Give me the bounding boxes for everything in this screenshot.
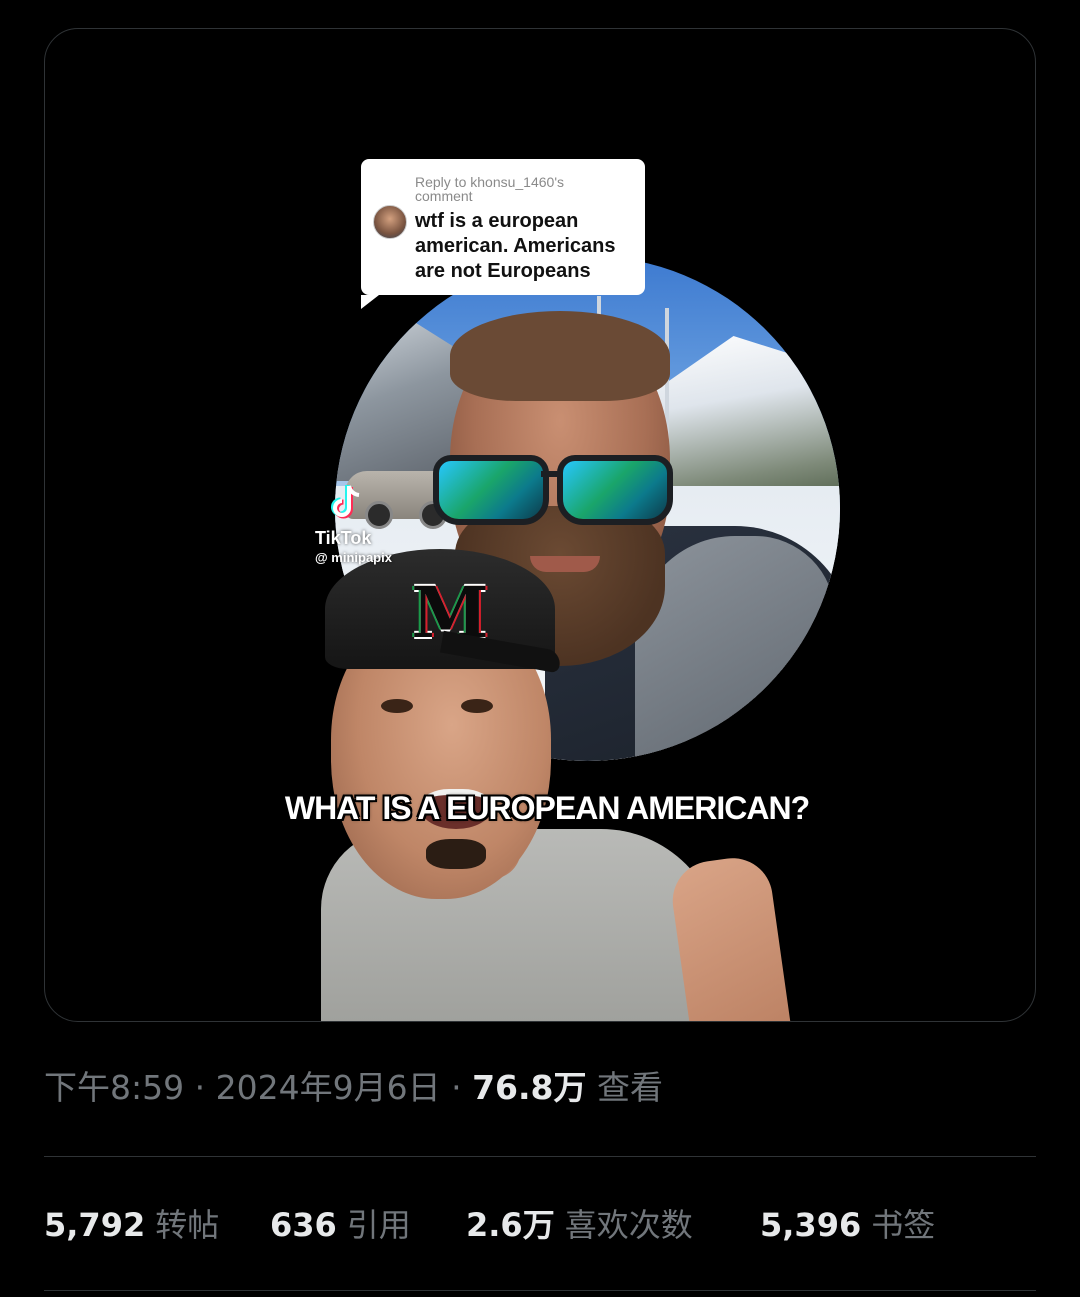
video-caption: WHAT IS A EUROPEAN AMERICAN?	[284, 790, 810, 826]
views-label: 查看	[596, 1068, 663, 1107]
divider	[44, 1156, 1036, 1157]
stat-count: 5,792	[44, 1206, 146, 1244]
sunglasses-lens	[433, 455, 549, 525]
reply-comment-text: wtf is a european american. Americans ar…	[415, 210, 616, 282]
video-frame[interactable]: M Reply to khonsu_1460's comment wtf is …	[315, 29, 841, 1021]
tiktok-brand: TikTok	[315, 528, 372, 548]
reply-comment-bubble: Reply to khonsu_1460's comment wtf is a …	[361, 159, 645, 309]
sunglasses-lens	[557, 455, 673, 525]
person-eye	[461, 699, 493, 713]
car-wheel	[365, 501, 393, 529]
sunglasses	[433, 451, 673, 525]
reply-header: Reply to khonsu_1460's comment	[415, 174, 564, 204]
waving-hand	[667, 853, 795, 1021]
commenter-avatar	[373, 205, 407, 239]
tiktok-logo-icon	[331, 485, 360, 519]
stat-label: 转帖	[155, 1206, 220, 1244]
tweet-detail: M Reply to khonsu_1460's comment wtf is …	[0, 0, 1080, 1297]
views-count: 76.8万	[472, 1068, 587, 1107]
tweet-meta: 下午8:59 · 2024年9月6日 · 76.8万 查看	[44, 1066, 663, 1110]
tweet-media[interactable]: M Reply to khonsu_1460's comment wtf is …	[44, 28, 1036, 1022]
stat-count: 636	[270, 1206, 337, 1244]
stat-likes[interactable]: 2.6万 喜欢次数	[466, 1202, 693, 1248]
meta-separator: ·	[440, 1068, 473, 1107]
tiktok-handle: @ minipapix	[315, 550, 392, 565]
divider	[44, 1290, 1036, 1291]
stat-reposts[interactable]: 5,792 转帖	[44, 1202, 219, 1248]
stat-label: 喜欢次数	[564, 1206, 693, 1244]
man-hair	[450, 311, 670, 401]
stat-label: 引用	[346, 1206, 411, 1244]
meta-separator: ·	[184, 1068, 216, 1107]
stat-quotes[interactable]: 636 引用	[270, 1202, 411, 1248]
stat-count: 5,396	[760, 1206, 862, 1244]
stat-label: 书签	[871, 1206, 936, 1244]
stat-count: 2.6万	[466, 1206, 555, 1244]
tweet-time[interactable]: 下午8:59	[44, 1068, 184, 1107]
person-eye	[381, 699, 413, 713]
front-person: M	[321, 529, 841, 1021]
person-goatee	[426, 839, 486, 869]
tweet-date[interactable]: 2024年9月6日	[216, 1068, 441, 1107]
stat-bookmarks[interactable]: 5,396 书签	[760, 1202, 935, 1248]
